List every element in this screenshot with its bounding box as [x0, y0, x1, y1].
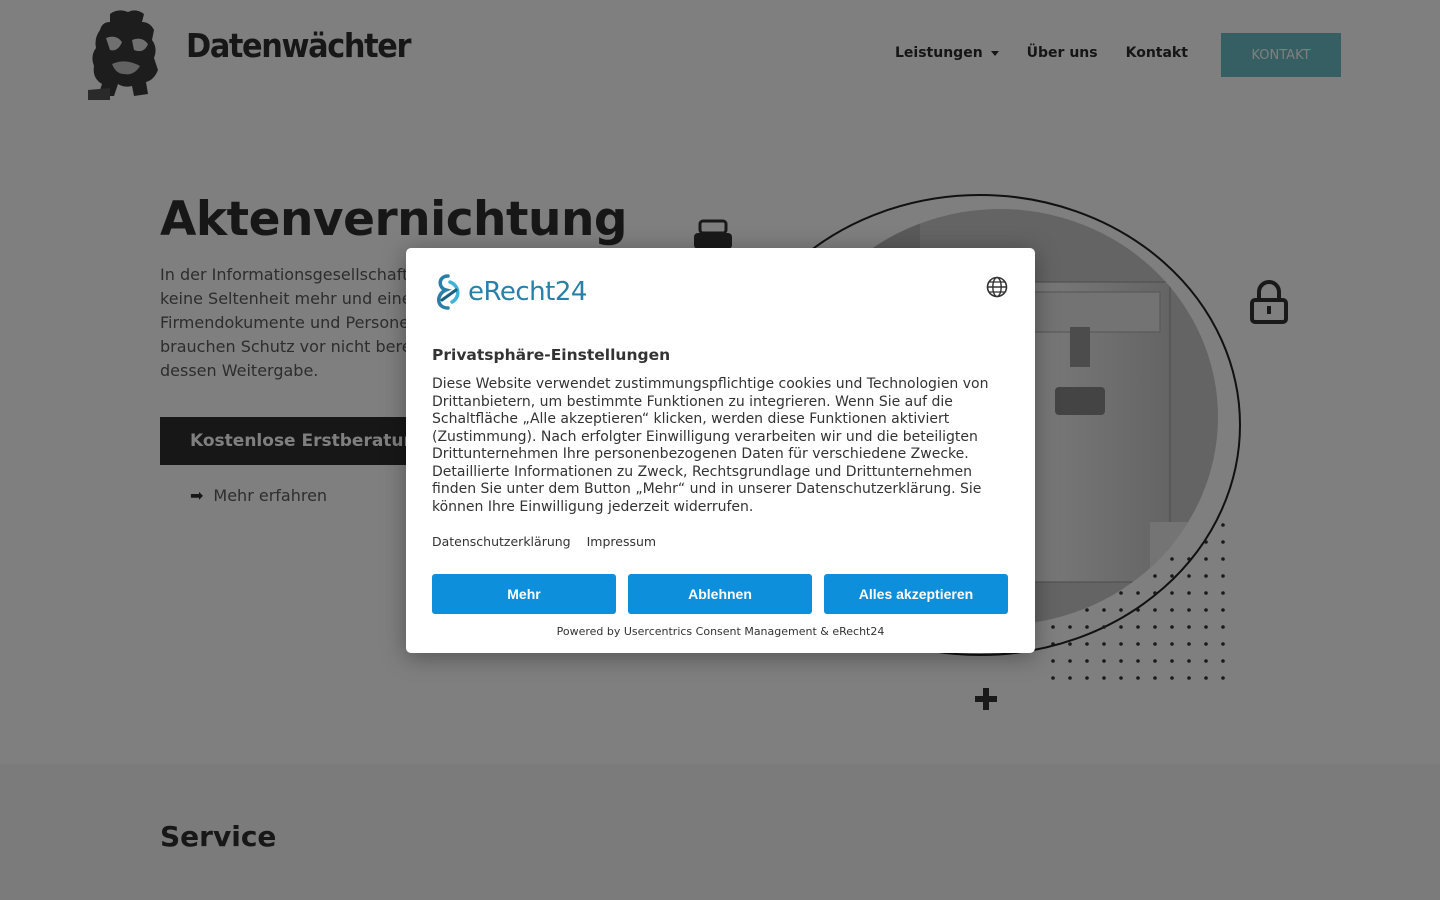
consent-description: Diese Website verwendet zustimmungspflic…: [432, 376, 989, 515]
consent-footer: Powered by Usercentrics Consent Manageme…: [556, 625, 885, 638]
privacy-policy-link[interactable]: Datenschutzerklärung: [432, 534, 571, 549]
consent-dialog: eRecht24 Privatsphäre-Einstellungen Dies…: [406, 248, 1035, 653]
erecht24-logo: eRecht24: [432, 272, 587, 312]
deny-button[interactable]: Ablehnen: [628, 574, 812, 614]
consent-title: Privatsphäre-Einstellungen: [432, 346, 671, 364]
more-button[interactable]: Mehr: [432, 574, 616, 614]
imprint-link[interactable]: Impressum: [587, 534, 656, 549]
accept-all-button[interactable]: Alles akzeptieren: [824, 574, 1008, 614]
globe-icon[interactable]: [986, 276, 1008, 298]
erecht24-logo-text: eRecht24: [468, 277, 587, 307]
consent-links: Datenschutzerklärung Impressum: [432, 534, 656, 549]
